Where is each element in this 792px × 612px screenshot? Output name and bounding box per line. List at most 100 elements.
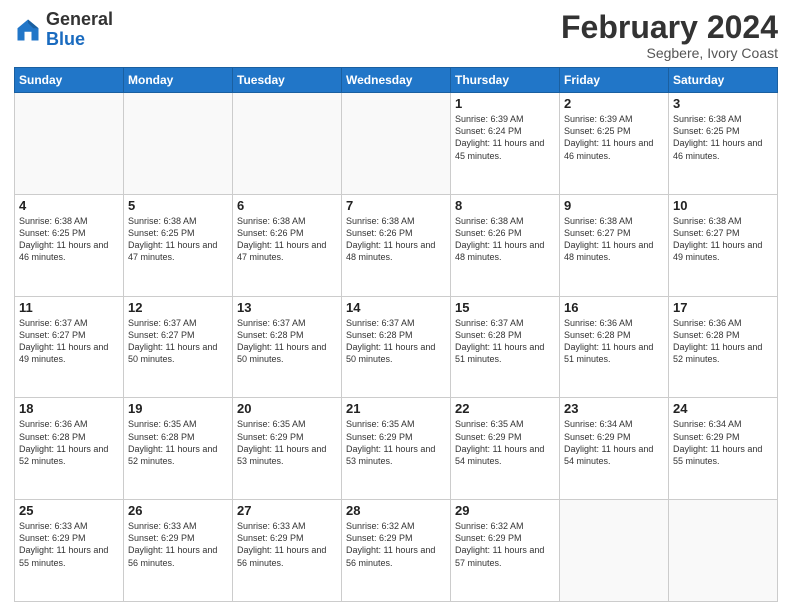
day-number: 12 bbox=[128, 300, 228, 315]
calendar-cell: 7 Sunrise: 6:38 AM Sunset: 6:26 PM Daylig… bbox=[342, 194, 451, 296]
day-number: 25 bbox=[19, 503, 119, 518]
logo-text: General Blue bbox=[46, 10, 113, 50]
calendar-cell: 8 Sunrise: 6:38 AM Sunset: 6:26 PM Daylig… bbox=[451, 194, 560, 296]
calendar-table: SundayMondayTuesdayWednesdayThursdayFrid… bbox=[14, 67, 778, 602]
day-number: 17 bbox=[673, 300, 773, 315]
day-info: Sunrise: 6:36 AM Sunset: 6:28 PM Dayligh… bbox=[564, 317, 664, 366]
calendar-cell: 6Sunrise: 6:38 AM Sunset: 6:26 PM Daylig… bbox=[233, 194, 342, 296]
day-info: Sunrise: 6:33 AM Sunset: 6:29 PM Dayligh… bbox=[237, 520, 337, 569]
day-number: 29 bbox=[455, 503, 555, 518]
day-info: Sunrise: 6:39 AM Sunset: 6:24 PM Dayligh… bbox=[455, 113, 555, 162]
day-info: Sunrise: 6:36 AM Sunset: 6:28 PM Dayligh… bbox=[673, 317, 773, 366]
month-title: February 2024 bbox=[561, 10, 778, 45]
calendar-day-header: Monday bbox=[124, 68, 233, 93]
calendar-cell: 24Sunrise: 6:34 AM Sunset: 6:29 PM Dayli… bbox=[669, 398, 778, 500]
calendar-week-row: 25 Sunrise: 6:33 AM Sunset: 6:29 PM Dayli… bbox=[15, 500, 778, 602]
day-info: Sunrise: 6:35 AM Sunset: 6:29 PM Dayligh… bbox=[346, 418, 446, 467]
day-info: Sunrise: 6:38 AM Sunset: 6:26 PM Dayligh… bbox=[455, 215, 555, 264]
calendar-week-row: 18 Sunrise: 6:36 AM Sunset: 6:28 PM Dayli… bbox=[15, 398, 778, 500]
header: General Blue February 2024 Segbere, Ivor… bbox=[14, 10, 778, 61]
calendar-cell: 23 Sunrise: 6:34 AM Sunset: 6:29 PM Dayli… bbox=[560, 398, 669, 500]
location-subtitle: Segbere, Ivory Coast bbox=[561, 45, 778, 61]
calendar-week-row: 4 Sunrise: 6:38 AM Sunset: 6:25 PM Daylig… bbox=[15, 194, 778, 296]
page: General Blue February 2024 Segbere, Ivor… bbox=[0, 0, 792, 612]
calendar-cell bbox=[15, 93, 124, 195]
calendar-cell: 11 Sunrise: 6:37 AM Sunset: 6:27 PM Dayli… bbox=[15, 296, 124, 398]
day-number: 20 bbox=[237, 401, 337, 416]
calendar-day-header: Wednesday bbox=[342, 68, 451, 93]
day-info: Sunrise: 6:37 AM Sunset: 6:28 PM Dayligh… bbox=[346, 317, 446, 366]
day-number: 1 bbox=[455, 96, 555, 111]
day-number: 6 bbox=[237, 198, 337, 213]
day-number: 8 bbox=[455, 198, 555, 213]
day-number: 27 bbox=[237, 503, 337, 518]
calendar-cell bbox=[560, 500, 669, 602]
day-number: 5 bbox=[128, 198, 228, 213]
logo-general-text: General bbox=[46, 10, 113, 30]
calendar-cell bbox=[233, 93, 342, 195]
day-number: 13 bbox=[237, 300, 337, 315]
calendar-cell: 15Sunrise: 6:37 AM Sunset: 6:28 PM Dayli… bbox=[451, 296, 560, 398]
calendar-week-row: 1 Sunrise: 6:39 AM Sunset: 6:24 PM Daylig… bbox=[15, 93, 778, 195]
day-info: Sunrise: 6:33 AM Sunset: 6:29 PM Dayligh… bbox=[19, 520, 119, 569]
day-number: 26 bbox=[128, 503, 228, 518]
calendar-cell: 20Sunrise: 6:35 AM Sunset: 6:29 PM Dayli… bbox=[233, 398, 342, 500]
calendar-cell: 4 Sunrise: 6:38 AM Sunset: 6:25 PM Daylig… bbox=[15, 194, 124, 296]
calendar-cell: 19 Sunrise: 6:35 AM Sunset: 6:28 PM Dayli… bbox=[124, 398, 233, 500]
day-info: Sunrise: 6:32 AM Sunset: 6:29 PM Dayligh… bbox=[455, 520, 555, 569]
day-info: Sunrise: 6:37 AM Sunset: 6:28 PM Dayligh… bbox=[237, 317, 337, 366]
calendar-cell: 10Sunrise: 6:38 AM Sunset: 6:27 PM Dayli… bbox=[669, 194, 778, 296]
calendar-day-header: Saturday bbox=[669, 68, 778, 93]
calendar-day-header: Sunday bbox=[15, 68, 124, 93]
day-number: 7 bbox=[346, 198, 446, 213]
calendar-cell: 25 Sunrise: 6:33 AM Sunset: 6:29 PM Dayli… bbox=[15, 500, 124, 602]
day-number: 28 bbox=[346, 503, 446, 518]
day-info: Sunrise: 6:36 AM Sunset: 6:28 PM Dayligh… bbox=[19, 418, 119, 467]
calendar-cell: 16Sunrise: 6:36 AM Sunset: 6:28 PM Dayli… bbox=[560, 296, 669, 398]
day-info: Sunrise: 6:38 AM Sunset: 6:25 PM Dayligh… bbox=[673, 113, 773, 162]
day-number: 23 bbox=[564, 401, 664, 416]
calendar-cell: 3 Sunrise: 6:38 AM Sunset: 6:25 PM Daylig… bbox=[669, 93, 778, 195]
title-area: February 2024 Segbere, Ivory Coast bbox=[561, 10, 778, 61]
day-number: 22 bbox=[455, 401, 555, 416]
day-number: 18 bbox=[19, 401, 119, 416]
calendar-cell: 1 Sunrise: 6:39 AM Sunset: 6:24 PM Daylig… bbox=[451, 93, 560, 195]
day-info: Sunrise: 6:35 AM Sunset: 6:28 PM Dayligh… bbox=[128, 418, 228, 467]
calendar-cell: 13 Sunrise: 6:37 AM Sunset: 6:28 PM Dayli… bbox=[233, 296, 342, 398]
logo-icon bbox=[14, 16, 42, 44]
day-number: 19 bbox=[128, 401, 228, 416]
day-info: Sunrise: 6:37 AM Sunset: 6:27 PM Dayligh… bbox=[128, 317, 228, 366]
calendar-cell: 29 Sunrise: 6:32 AM Sunset: 6:29 PM Dayli… bbox=[451, 500, 560, 602]
calendar-cell: 5Sunrise: 6:38 AM Sunset: 6:25 PM Daylig… bbox=[124, 194, 233, 296]
logo: General Blue bbox=[14, 10, 113, 50]
day-number: 21 bbox=[346, 401, 446, 416]
day-number: 2 bbox=[564, 96, 664, 111]
calendar-day-header: Friday bbox=[560, 68, 669, 93]
calendar-cell: 12 Sunrise: 6:37 AM Sunset: 6:27 PM Dayli… bbox=[124, 296, 233, 398]
logo-blue-text: Blue bbox=[46, 30, 113, 50]
day-info: Sunrise: 6:38 AM Sunset: 6:27 PM Dayligh… bbox=[564, 215, 664, 264]
day-number: 4 bbox=[19, 198, 119, 213]
day-number: 15 bbox=[455, 300, 555, 315]
day-info: Sunrise: 6:38 AM Sunset: 6:25 PM Dayligh… bbox=[19, 215, 119, 264]
calendar-day-header: Thursday bbox=[451, 68, 560, 93]
calendar-cell: 26Sunrise: 6:33 AM Sunset: 6:29 PM Dayli… bbox=[124, 500, 233, 602]
day-number: 14 bbox=[346, 300, 446, 315]
day-info: Sunrise: 6:38 AM Sunset: 6:27 PM Dayligh… bbox=[673, 215, 773, 264]
calendar-cell: 17 Sunrise: 6:36 AM Sunset: 6:28 PM Dayli… bbox=[669, 296, 778, 398]
calendar-cell bbox=[342, 93, 451, 195]
calendar-cell: 21 Sunrise: 6:35 AM Sunset: 6:29 PM Dayli… bbox=[342, 398, 451, 500]
day-info: Sunrise: 6:37 AM Sunset: 6:27 PM Dayligh… bbox=[19, 317, 119, 366]
day-number: 11 bbox=[19, 300, 119, 315]
day-info: Sunrise: 6:38 AM Sunset: 6:26 PM Dayligh… bbox=[346, 215, 446, 264]
calendar-cell bbox=[669, 500, 778, 602]
calendar-cell: 28Sunrise: 6:32 AM Sunset: 6:29 PM Dayli… bbox=[342, 500, 451, 602]
calendar-cell: 14 Sunrise: 6:37 AM Sunset: 6:28 PM Dayli… bbox=[342, 296, 451, 398]
calendar-cell: 2 Sunrise: 6:39 AM Sunset: 6:25 PM Daylig… bbox=[560, 93, 669, 195]
day-info: Sunrise: 6:34 AM Sunset: 6:29 PM Dayligh… bbox=[564, 418, 664, 467]
day-number: 3 bbox=[673, 96, 773, 111]
calendar-cell: 18 Sunrise: 6:36 AM Sunset: 6:28 PM Dayli… bbox=[15, 398, 124, 500]
day-info: Sunrise: 6:39 AM Sunset: 6:25 PM Dayligh… bbox=[564, 113, 664, 162]
calendar-day-header: Tuesday bbox=[233, 68, 342, 93]
calendar-header-row: SundayMondayTuesdayWednesdayThursdayFrid… bbox=[15, 68, 778, 93]
